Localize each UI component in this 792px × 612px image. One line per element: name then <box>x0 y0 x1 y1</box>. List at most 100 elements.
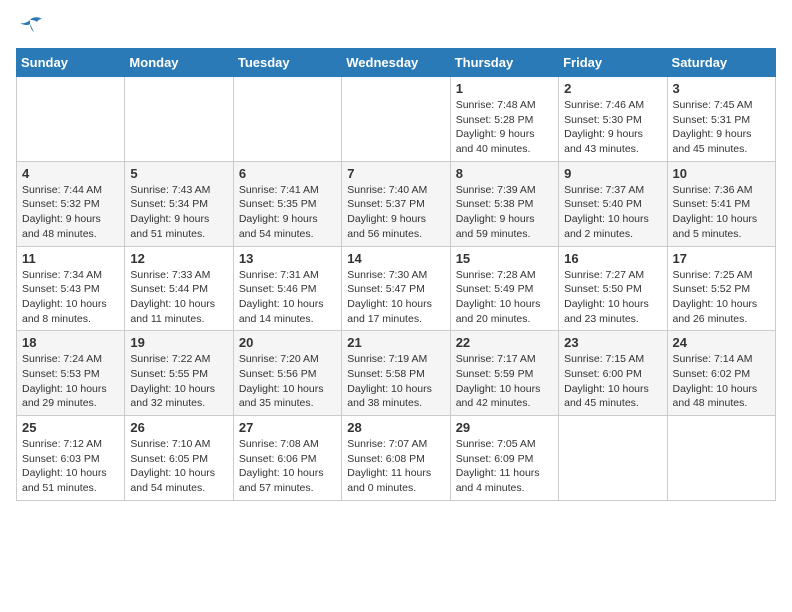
day-number: 1 <box>456 81 553 96</box>
calendar-cell: 3Sunrise: 7:45 AM Sunset: 5:31 PM Daylig… <box>667 77 775 162</box>
day-number: 11 <box>22 251 119 266</box>
day-number: 20 <box>239 335 336 350</box>
day-number: 16 <box>564 251 661 266</box>
day-info: Sunrise: 7:07 AM Sunset: 6:08 PM Dayligh… <box>347 437 444 496</box>
calendar-cell: 10 Sunrise: 7:36 AM Sunset: 5:41 PM Dayli… <box>667 161 775 246</box>
day-number: 26 <box>130 420 227 435</box>
day-info: Sunrise: 7:27 AM Sunset: 5:50 PM Dayligh… <box>564 268 661 327</box>
calendar-week-row-3: 11 Sunrise: 7:34 AM Sunset: 5:43 PM Dayli… <box>17 246 776 331</box>
day-info: Sunrise: 7:31 AM Sunset: 5:46 PM Dayligh… <box>239 268 336 327</box>
day-number: 23 <box>564 335 661 350</box>
day-info: Sunrise: 7:43 AM Sunset: 5:34 PM Dayligh… <box>130 183 227 242</box>
calendar-cell: 26 Sunrise: 7:10 AM Sunset: 6:05 PM Dayli… <box>125 416 233 501</box>
day-info: Sunrise: 7:44 AM Sunset: 5:32 PM Dayligh… <box>22 183 119 242</box>
col-saturday: Saturday <box>667 49 775 77</box>
calendar-cell: 1 Sunrise: 7:48 AM Sunset: 5:28 PM Daylig… <box>450 77 558 162</box>
day-info: Sunrise: 7:10 AM Sunset: 6:05 PM Dayligh… <box>130 437 227 496</box>
col-sunday: Sunday <box>17 49 125 77</box>
day-number: 12 <box>130 251 227 266</box>
calendar-cell: 23 Sunrise: 7:15 AM Sunset: 6:00 PM Dayli… <box>559 331 667 416</box>
day-number: 25 <box>22 420 119 435</box>
day-number: 8 <box>456 166 553 181</box>
calendar-cell: 28 Sunrise: 7:07 AM Sunset: 6:08 PM Dayli… <box>342 416 450 501</box>
day-info: Sunrise: 7:36 AM Sunset: 5:41 PM Dayligh… <box>673 183 770 242</box>
day-info: Sunrise: 7:40 AM Sunset: 5:37 PM Dayligh… <box>347 183 444 242</box>
day-info: Sunrise: 7:33 AM Sunset: 5:44 PM Dayligh… <box>130 268 227 327</box>
calendar-week-row-2: 4 Sunrise: 7:44 AM Sunset: 5:32 PM Daylig… <box>17 161 776 246</box>
day-number: 4 <box>22 166 119 181</box>
calendar-cell <box>667 416 775 501</box>
calendar-cell: 7 Sunrise: 7:40 AM Sunset: 5:37 PM Daylig… <box>342 161 450 246</box>
day-info: Sunrise: 7:28 AM Sunset: 5:49 PM Dayligh… <box>456 268 553 327</box>
calendar-cell <box>17 77 125 162</box>
col-tuesday: Tuesday <box>233 49 341 77</box>
calendar-cell: 24 Sunrise: 7:14 AM Sunset: 6:02 PM Dayli… <box>667 331 775 416</box>
calendar-header-row: Sunday Monday Tuesday Wednesday Thursday… <box>17 49 776 77</box>
calendar-cell <box>233 77 341 162</box>
day-info: Sunrise: 7:17 AM Sunset: 5:59 PM Dayligh… <box>456 352 553 411</box>
day-number: 27 <box>239 420 336 435</box>
day-number: 19 <box>130 335 227 350</box>
day-info: Sunrise: 7:24 AM Sunset: 5:53 PM Dayligh… <box>22 352 119 411</box>
calendar-cell: 2Sunrise: 7:46 AM Sunset: 5:30 PM Daylig… <box>559 77 667 162</box>
day-info: Sunrise: 7:20 AM Sunset: 5:56 PM Dayligh… <box>239 352 336 411</box>
logo <box>16 16 48 38</box>
day-info: Sunrise: 7:30 AM Sunset: 5:47 PM Dayligh… <box>347 268 444 327</box>
calendar-cell <box>342 77 450 162</box>
day-number: 14 <box>347 251 444 266</box>
col-monday: Monday <box>125 49 233 77</box>
day-info: Sunrise: 7:08 AM Sunset: 6:06 PM Dayligh… <box>239 437 336 496</box>
calendar-cell: 17Sunrise: 7:25 AM Sunset: 5:52 PM Dayli… <box>667 246 775 331</box>
day-info: Sunrise: 7:46 AM Sunset: 5:30 PM Dayligh… <box>564 98 661 157</box>
calendar-cell: 12 Sunrise: 7:33 AM Sunset: 5:44 PM Dayli… <box>125 246 233 331</box>
calendar-cell: 13 Sunrise: 7:31 AM Sunset: 5:46 PM Dayli… <box>233 246 341 331</box>
day-number: 24 <box>673 335 770 350</box>
day-info: Sunrise: 7:19 AM Sunset: 5:58 PM Dayligh… <box>347 352 444 411</box>
col-friday: Friday <box>559 49 667 77</box>
calendar-cell: 27 Sunrise: 7:08 AM Sunset: 6:06 PM Dayli… <box>233 416 341 501</box>
day-number: 22 <box>456 335 553 350</box>
calendar-cell <box>125 77 233 162</box>
day-info: Sunrise: 7:37 AM Sunset: 5:40 PM Dayligh… <box>564 183 661 242</box>
day-number: 17 <box>673 251 770 266</box>
day-info: Sunrise: 7:45 AM Sunset: 5:31 PM Dayligh… <box>673 98 770 157</box>
day-number: 18 <box>22 335 119 350</box>
day-info: Sunrise: 7:48 AM Sunset: 5:28 PM Dayligh… <box>456 98 553 157</box>
calendar-cell: 15 Sunrise: 7:28 AM Sunset: 5:49 PM Dayli… <box>450 246 558 331</box>
day-number: 28 <box>347 420 444 435</box>
calendar-cell: 19Sunrise: 7:22 AM Sunset: 5:55 PM Dayli… <box>125 331 233 416</box>
day-number: 15 <box>456 251 553 266</box>
day-number: 21 <box>347 335 444 350</box>
day-info: Sunrise: 7:41 AM Sunset: 5:35 PM Dayligh… <box>239 183 336 242</box>
calendar-cell: 14 Sunrise: 7:30 AM Sunset: 5:47 PM Dayli… <box>342 246 450 331</box>
calendar-cell: 9 Sunrise: 7:37 AM Sunset: 5:40 PM Daylig… <box>559 161 667 246</box>
day-number: 13 <box>239 251 336 266</box>
calendar-cell: 16 Sunrise: 7:27 AM Sunset: 5:50 PM Dayli… <box>559 246 667 331</box>
calendar-cell: 8 Sunrise: 7:39 AM Sunset: 5:38 PM Daylig… <box>450 161 558 246</box>
col-thursday: Thursday <box>450 49 558 77</box>
calendar-cell <box>559 416 667 501</box>
calendar-cell: 5Sunrise: 7:43 AM Sunset: 5:34 PM Daylig… <box>125 161 233 246</box>
calendar-cell: 29Sunrise: 7:05 AM Sunset: 6:09 PM Dayli… <box>450 416 558 501</box>
calendar-cell: 25 Sunrise: 7:12 AM Sunset: 6:03 PM Dayli… <box>17 416 125 501</box>
day-info: Sunrise: 7:15 AM Sunset: 6:00 PM Dayligh… <box>564 352 661 411</box>
calendar-week-row-4: 18 Sunrise: 7:24 AM Sunset: 5:53 PM Dayli… <box>17 331 776 416</box>
calendar-cell: 21 Sunrise: 7:19 AM Sunset: 5:58 PM Dayli… <box>342 331 450 416</box>
calendar-cell: 11 Sunrise: 7:34 AM Sunset: 5:43 PM Dayli… <box>17 246 125 331</box>
day-info: Sunrise: 7:14 AM Sunset: 6:02 PM Dayligh… <box>673 352 770 411</box>
calendar-cell: 6Sunrise: 7:41 AM Sunset: 5:35 PM Daylig… <box>233 161 341 246</box>
calendar-table: Sunday Monday Tuesday Wednesday Thursday… <box>16 48 776 501</box>
calendar-cell: 4 Sunrise: 7:44 AM Sunset: 5:32 PM Daylig… <box>17 161 125 246</box>
calendar-cell: 20 Sunrise: 7:20 AM Sunset: 5:56 PM Dayli… <box>233 331 341 416</box>
day-info: Sunrise: 7:34 AM Sunset: 5:43 PM Dayligh… <box>22 268 119 327</box>
day-info: Sunrise: 7:12 AM Sunset: 6:03 PM Dayligh… <box>22 437 119 496</box>
day-number: 9 <box>564 166 661 181</box>
calendar-cell: 22 Sunrise: 7:17 AM Sunset: 5:59 PM Dayli… <box>450 331 558 416</box>
day-number: 10 <box>673 166 770 181</box>
day-number: 7 <box>347 166 444 181</box>
page-header <box>16 16 776 38</box>
day-info: Sunrise: 7:39 AM Sunset: 5:38 PM Dayligh… <box>456 183 553 242</box>
day-info: Sunrise: 7:05 AM Sunset: 6:09 PM Dayligh… <box>456 437 553 496</box>
calendar-week-row-1: 1 Sunrise: 7:48 AM Sunset: 5:28 PM Daylig… <box>17 77 776 162</box>
calendar-week-row-5: 25 Sunrise: 7:12 AM Sunset: 6:03 PM Dayli… <box>17 416 776 501</box>
